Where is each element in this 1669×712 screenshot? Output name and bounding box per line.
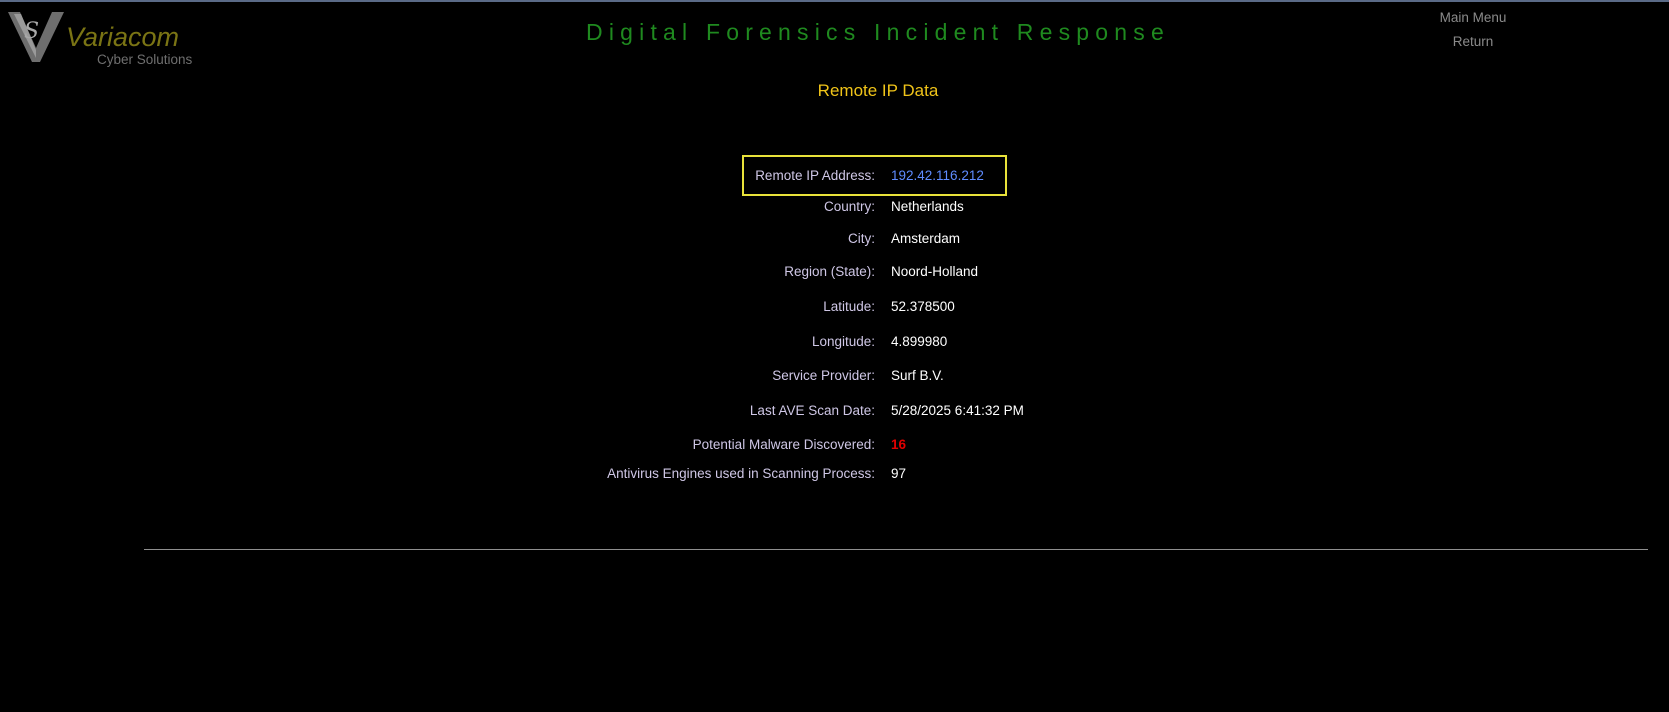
scan-date-label: Last AVE Scan Date:: [749, 403, 875, 418]
row-scan-date: Last AVE Scan Date: 5/28/2025 6:41:32 PM: [0, 403, 1669, 423]
city-label: City:: [848, 231, 875, 246]
row-city: City: Amsterdam: [0, 231, 1669, 251]
latitude-label: Latitude:: [823, 299, 875, 314]
country-label: Country:: [823, 199, 875, 214]
longitude-label: Longitude:: [811, 334, 875, 349]
row-latitude: Latitude: 52.378500: [0, 299, 1669, 319]
row-av-engines: Antivirus Engines used in Scanning Proce…: [0, 466, 1669, 486]
city-value: Amsterdam: [891, 231, 961, 246]
page: S Variacom Cyber Solutions Digital Foren…: [0, 0, 1669, 712]
top-nav: Main Menu Return: [1418, 6, 1528, 54]
row-longitude: Longitude: 4.899980: [0, 334, 1669, 354]
row-remote-ip: Remote IP Address: 192.42.116.212: [0, 168, 1669, 188]
malware-label: Potential Malware Discovered:: [692, 437, 875, 452]
service-provider-label: Service Provider:: [772, 368, 875, 383]
av-engines-label: Antivirus Engines used in Scanning Proce…: [607, 466, 875, 481]
return-link[interactable]: Return: [1418, 30, 1528, 54]
logo-subtitle: Cyber Solutions: [97, 52, 193, 67]
remote-ip-label: Remote IP Address:: [755, 168, 875, 183]
service-provider-value: Surf B.V.: [891, 368, 944, 383]
av-engines-value: 97: [891, 466, 907, 481]
latitude-value: 52.378500: [891, 299, 955, 314]
row-country: Country: Netherlands: [0, 199, 1669, 219]
region-value: Noord-Holland: [891, 264, 979, 279]
scan-date-value: 5/28/2025 6:41:32 PM: [891, 403, 1024, 418]
row-region: Region (State): Noord-Holland: [0, 264, 1669, 284]
section-title: Remote IP Data: [817, 81, 939, 100]
row-malware: Potential Malware Discovered: 16: [0, 437, 1669, 457]
main-menu-link[interactable]: Main Menu: [1418, 6, 1528, 30]
row-service-provider: Service Provider: Surf B.V.: [0, 368, 1669, 388]
longitude-value: 4.899980: [891, 334, 948, 349]
malware-count-value: 16: [891, 437, 907, 452]
country-value: Netherlands: [891, 199, 964, 214]
region-label: Region (State):: [784, 264, 875, 279]
divider: [144, 549, 1648, 550]
remote-ip-value: 192.42.116.212: [891, 168, 984, 183]
